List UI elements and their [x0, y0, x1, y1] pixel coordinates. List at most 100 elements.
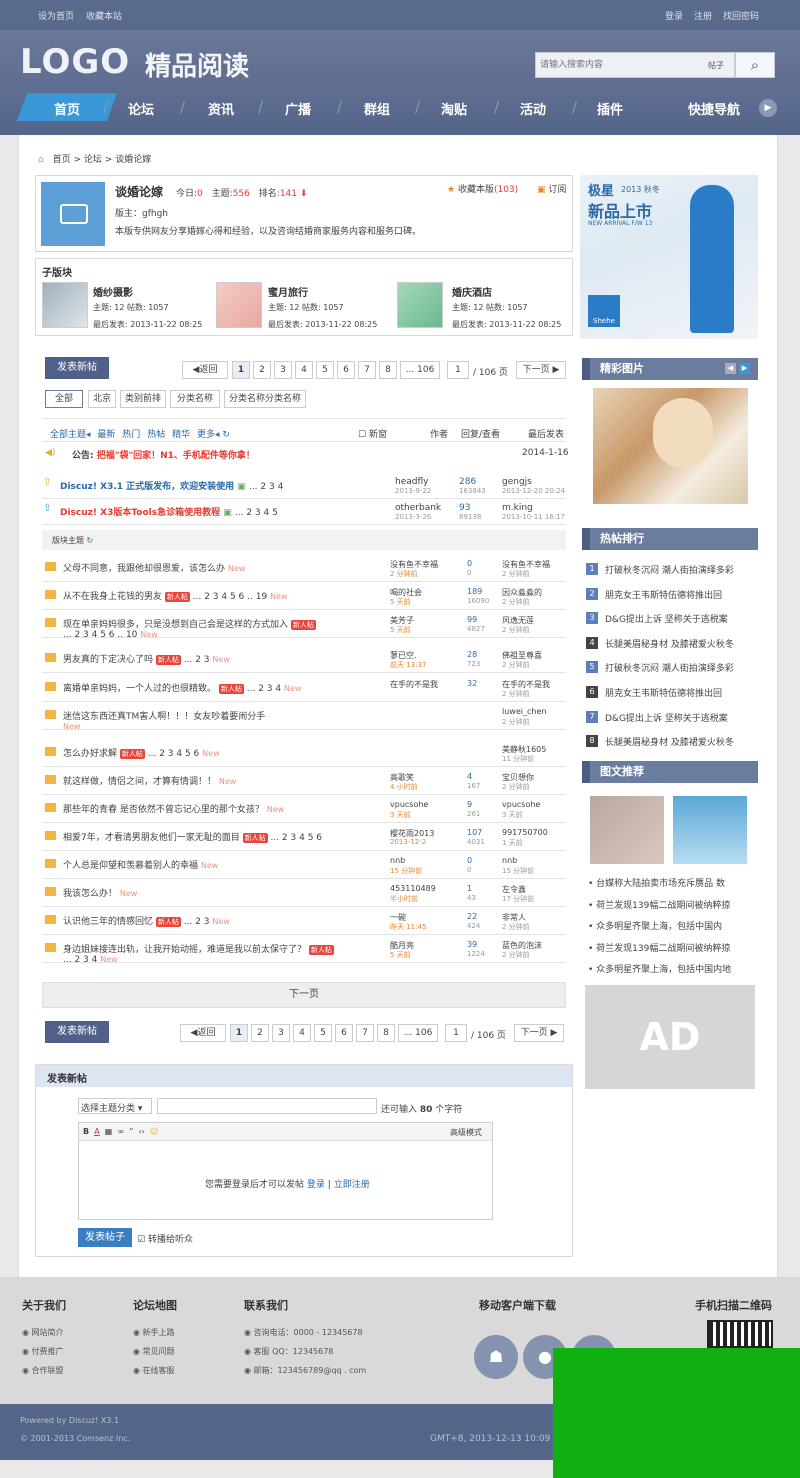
next-page-bar[interactable]: 下一页 — [42, 982, 566, 1008]
nav-taotie[interactable]: 淘贴 — [441, 99, 467, 118]
forward-option[interactable]: ☑ 转播给听众 — [137, 1232, 193, 1245]
category-select[interactable]: 选择主题分类 ▾ — [78, 1098, 152, 1114]
back-button[interactable]: ◀返回 — [182, 361, 228, 379]
thread-author[interactable]: nnb — [390, 856, 405, 865]
thread-author[interactable]: headfly — [395, 477, 428, 487]
thread-title[interactable]: 怎么办好求解 — [63, 749, 117, 759]
page-link[interactable]: ... 106 — [398, 1024, 438, 1042]
thread-author[interactable]: 453110489 — [390, 884, 436, 893]
breadcrumb-home[interactable]: 首页 — [53, 155, 71, 165]
refresh-icon[interactable]: ↻ — [222, 430, 230, 440]
thread-title[interactable]: 认识他三年的情感回忆 — [63, 917, 153, 927]
thread-pages[interactable]: ... 2 3 4 5 6 .. 10 — [63, 630, 137, 640]
code-icon[interactable]: ‹› — [138, 1127, 144, 1136]
tab-all[interactable]: 全部 — [45, 390, 83, 408]
thread-title[interactable]: 从不在我身上花钱的男友 — [63, 592, 162, 602]
new-post-button[interactable]: 发表新帖 — [45, 357, 109, 379]
thread-last-user[interactable]: vpucsohe — [502, 800, 540, 809]
thread[interactable]: 离婚单亲妈妈，一个人过的也很精致。 新人帖 ... 2 3 4 New — [63, 681, 301, 694]
thread[interactable]: 那些年的青春 是否依然不曾忘记心里的那个女孩？ New — [63, 802, 284, 815]
subforum-thumb[interactable] — [42, 282, 88, 328]
thread[interactable]: 身边姐妹接连出轨，让我开始动摇，难道是我以前太保守了？ 新人帖 — [63, 942, 334, 955]
new-post-button[interactable]: 发表新帖 — [45, 1021, 109, 1043]
search-type-select[interactable]: 帖子 — [708, 60, 724, 71]
tab-category[interactable]: 分类名称分类名称 — [224, 390, 306, 408]
news-item[interactable]: • 台媒称大陆拍卖市场充斥赝品 数 — [588, 876, 756, 889]
recommend-image[interactable] — [673, 796, 747, 864]
thread-title[interactable]: 个人总是仰望和羡慕着别人的幸福 — [63, 861, 198, 871]
news-item[interactable]: • 众多明星齐聚上海，包括中国内 — [588, 919, 756, 932]
thread-title[interactable]: 身边姐妹接连出轨，让我开始动摇，难道是我以前太保守了？ — [63, 945, 306, 955]
hot-item[interactable]: 朋克女王韦斯特伍德将推出回 — [605, 588, 755, 601]
search-button[interactable]: ⌕ — [735, 52, 775, 78]
hot-item[interactable]: D&G提出上诉 坚称关于逃税案 — [605, 711, 755, 724]
ad-placeholder[interactable]: AD — [585, 985, 755, 1089]
thread-title[interactable]: Discuz! X3.1 正式版发布，欢迎安装使用 — [60, 482, 234, 492]
thread-pages[interactable]: ... 2 3 — [184, 655, 210, 665]
sticky-thread[interactable]: Discuz! X3版本Tools急诊箱使用教程 ▣ ... 2 3 4 5 — [60, 505, 278, 518]
thread[interactable]: 相爱7年，才看清男朋友他们一家无耻的面目 新人帖 ... 2 3 4 5 6 — [63, 830, 322, 843]
page-input[interactable] — [445, 1024, 467, 1042]
login-link[interactable]: 登录 — [665, 9, 683, 22]
find-password-link[interactable]: 找回密码 — [723, 9, 759, 22]
thread-title[interactable]: 现在单亲妈妈很多，只是没想到自己会是这样的方式加入 — [63, 620, 288, 630]
thread-title[interactable]: 那些年的青春 是否依然不曾忘记心里的那个女孩？ — [63, 805, 264, 815]
page-link[interactable]: 1 — [232, 361, 250, 379]
thread-title[interactable]: 男友真的下定决心了吗 — [63, 655, 153, 665]
nav-broadcast[interactable]: 广播 — [285, 99, 311, 118]
subforum-thumb[interactable] — [216, 282, 262, 328]
page-link[interactable]: 7 — [358, 361, 376, 379]
editor-register-link[interactable]: 立即注册 — [334, 1180, 370, 1190]
subforum-name[interactable]: 蜜月旅行 — [268, 284, 308, 299]
smiley-icon[interactable]: ☺ — [150, 1127, 158, 1136]
thread-pages[interactable]: ... 2 3 4 5 6 — [270, 833, 322, 843]
play-icon[interactable]: ▶ — [759, 99, 777, 117]
breadcrumb-forum[interactable]: 论坛 — [84, 155, 102, 165]
page-link[interactable]: 2 — [251, 1024, 269, 1042]
search-input[interactable] — [536, 53, 701, 77]
footer-link[interactable]: ◉ 在线客服 — [133, 1365, 175, 1376]
footer-link[interactable]: ◉ 网站简介 — [22, 1327, 64, 1338]
next-arrow-icon[interactable]: ▶ — [739, 363, 750, 374]
nav-home[interactable]: 首页 — [54, 99, 80, 118]
footer-link[interactable]: ◉ 合作联盟 — [22, 1365, 64, 1376]
news-title[interactable]: 台媒称大陆拍卖市场充斥赝品 数 — [596, 879, 725, 889]
checkbox-icon[interactable]: ☑ — [137, 1235, 145, 1245]
hot-item[interactable]: 长腿美眉秘身材 及膝裙爱火秋冬 — [605, 735, 755, 748]
subforum-name[interactable]: 婚庆酒店 — [452, 284, 492, 299]
set-home-link[interactable]: 设为首页 — [38, 9, 74, 22]
breadcrumb-current[interactable]: 谈婚论嫁 — [115, 155, 151, 165]
next-page-button[interactable]: 下一页 ▶ — [516, 361, 566, 379]
page-link[interactable]: 8 — [379, 361, 397, 379]
submit-post-button[interactable]: 发表帖子 — [78, 1228, 132, 1247]
filter-more[interactable]: 更多 — [197, 430, 215, 440]
font-color-icon[interactable]: A — [94, 1127, 99, 1136]
subscribe[interactable]: ▣ 订阅 — [537, 182, 566, 195]
news-title[interactable]: 荷兰发现139幅二战期间被纳粹掠 — [596, 901, 730, 911]
tab-category[interactable]: 类别前排 — [120, 390, 166, 408]
hot-item[interactable]: 打破秋冬沉闷 潮人街拍演绎多彩 — [605, 563, 755, 576]
refresh-icon[interactable]: ↻ — [87, 536, 94, 545]
nav-news[interactable]: 资讯 — [208, 99, 234, 118]
thread[interactable]: 怎么办好求解 新人帖 ... 2 3 4 5 6 New — [63, 746, 220, 759]
checkbox-icon[interactable]: ☐ — [358, 430, 366, 440]
page-link[interactable]: 5 — [316, 361, 334, 379]
link-icon[interactable]: ∞ — [117, 1127, 124, 1136]
back-button[interactable]: ◀返回 — [180, 1024, 226, 1042]
new-window-toggle[interactable]: ☐ 新窗 — [358, 427, 387, 440]
page-link[interactable]: 7 — [356, 1024, 374, 1042]
favorite-forum[interactable]: ★ 收藏本版(103) — [447, 182, 518, 195]
page-link[interactable]: 4 — [295, 361, 313, 379]
thread-pages[interactable]: ... 2 3 — [184, 917, 210, 927]
filter-latest[interactable]: 最新 — [97, 430, 115, 440]
thread-title[interactable]: 相爱7年，才看清男朋友他们一家无耻的面目 — [63, 833, 240, 843]
nav-activity[interactable]: 活动 — [520, 99, 546, 118]
thread-title[interactable]: Discuz! X3版本Tools急诊箱使用教程 — [60, 508, 220, 518]
filter-heat[interactable]: 热帖 — [147, 430, 165, 440]
filter-all[interactable]: 全部主题 — [50, 430, 86, 440]
nav-forum[interactable]: 论坛 — [128, 99, 154, 118]
next-page-button[interactable]: 下一页 ▶ — [514, 1024, 564, 1042]
page-link[interactable]: 5 — [314, 1024, 332, 1042]
featured-image[interactable] — [593, 388, 748, 504]
thread[interactable]: 从不在我身上花钱的男友 新人帖 ... 2 3 4 5 6 .. 19 New — [63, 589, 288, 602]
